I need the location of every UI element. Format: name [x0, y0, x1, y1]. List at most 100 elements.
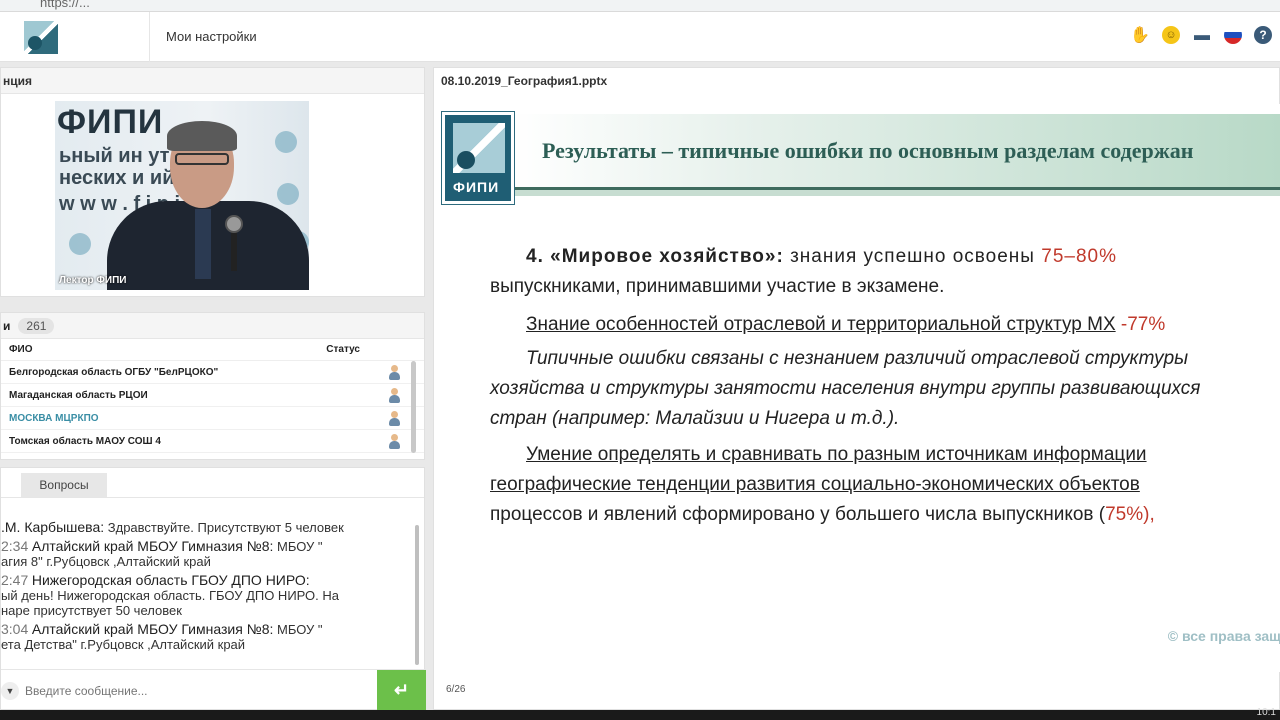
chat-message: .М. Карбышева: Здравствуйте. Присутствую… — [1, 520, 419, 535]
raise-hand-icon[interactable]: ✋ — [1130, 26, 1150, 46]
column-name-header[interactable]: ФИО — [9, 339, 33, 360]
slide-body: 4. «Мировое хозяйство»: знания успешно о… — [490, 242, 1280, 530]
user-status-icon — [388, 388, 400, 403]
speaker-video[interactable]: ФИПИ ьный ин ут неских и ий w w w . f i … — [55, 101, 309, 290]
user-status-icon — [388, 365, 400, 380]
slide-paragraph-line: хозяйства и структуры занятости населени… — [490, 378, 1201, 399]
speaker-label: Лектор ФИПИ — [59, 275, 127, 286]
participant-row[interactable]: МОСКВА МЦРКПО — [1, 407, 424, 430]
sign-dot — [275, 131, 297, 153]
presentation-file-name: 08.10.2019_География1.pptx — [441, 74, 608, 88]
slide-paragraph-line: стран (например: Малайзии и Нигера и т.д… — [490, 408, 900, 429]
chat-panel: Вопросы .М. Карбышева: Здравствуйте. При… — [0, 467, 426, 710]
slide-header: ФИПИ Результаты – типичные ошибки по осн… — [438, 104, 1280, 204]
participants-header: и 261 — [1, 313, 424, 339]
percent-value: 75–80% — [1041, 246, 1117, 267]
slide-copyright: © все права защ — [1167, 628, 1280, 644]
participant-name: МОСКВА МЦРКПО — [9, 413, 99, 424]
message-text-continued: агия 8" г.Рубцовск ,Алтайский край — [1, 554, 211, 569]
speaker-tie — [195, 209, 211, 279]
text: знания успешно освоены — [790, 246, 1035, 267]
chat-tabs: Вопросы — [1, 468, 424, 498]
send-button[interactable]: ↵ — [377, 670, 426, 710]
participants-scrollbar[interactable] — [411, 361, 416, 453]
left-column: нция ФИПИ ьный ин ут неских и ий w w w .… — [0, 67, 426, 710]
slide-paragraph: 4. «Мировое хозяйство»: знания успешно о… — [526, 242, 1280, 272]
browser-url-bar[interactable]: https://... — [0, 0, 1280, 12]
message-text-continued: ый день! Нижегородская область. ГБОУ ДПО… — [1, 588, 340, 603]
message-text: МБОУ " — [277, 539, 323, 554]
message-text-continued: ета Детства" г.Рубцовск ,Алтайский край — [1, 637, 246, 652]
slide-paragraph-line: Типичные ошибки связаны с незнанием разл… — [526, 348, 1189, 369]
top-bar: Мои настройки ✋ ☺ ▬ ? — [0, 12, 1280, 62]
slide-paragraph-line: выпускниками, принимавшими участие в экз… — [490, 276, 945, 297]
sign-dot — [69, 233, 91, 255]
percent-value: -77% — [1120, 314, 1166, 335]
participants-panel: и 261 ФИО Статус Белгородская область ОГ… — [0, 312, 425, 460]
video-sign-text: ФИПИ — [57, 103, 164, 141]
microphone-icon — [225, 215, 243, 233]
chat-message: 2:47 Нижегородская область ГБОУ ДПО НИРО… — [1, 572, 419, 619]
chat-message: 2:34 Алтайский край МБОУ Гимназия №8: МБ… — [1, 538, 419, 570]
slide-logo: ФИПИ — [442, 112, 514, 204]
tab-chat[interactable] — [1, 473, 19, 497]
slide-title: Результаты – типичные ошибки по основным… — [542, 138, 1194, 163]
slide-paragraph-line: географические тенденции развития социал… — [490, 474, 1140, 495]
column-status-header[interactable]: Статус — [326, 339, 360, 360]
video-sign-text: ьный ин ут — [59, 145, 170, 167]
slide-header-underline — [512, 190, 1280, 196]
message-author: Алтайский край МБОУ Гимназия №8: — [31, 621, 274, 637]
sign-dot — [277, 183, 299, 205]
video-panel: нция ФИПИ ьный ин ут неских и ий w w w .… — [0, 67, 425, 297]
video-panel-title: нция — [1, 68, 424, 94]
toolbar-icons: ✋ ☺ ▬ ? — [1130, 26, 1272, 46]
message-author: Нижегородская область ГБОУ ДПО НИРО: — [31, 572, 310, 588]
folder-icon[interactable]: ▬ — [1192, 26, 1212, 46]
message-text: Здравствуйте. Присутствуют 5 человек — [107, 520, 344, 535]
participants-title: и — [3, 318, 11, 333]
speaker-hair — [167, 121, 237, 151]
slide-page-counter: 6/26 — [446, 684, 466, 695]
slide-paragraph: Знание особенностей отраслевой и террито… — [526, 310, 1280, 340]
fipi-logo-icon — [453, 123, 505, 173]
my-settings-link[interactable]: Мои настройки — [166, 29, 257, 44]
message-time: 2:47 — [1, 572, 29, 588]
fipi-logo[interactable] — [24, 21, 58, 54]
help-icon[interactable]: ? — [1254, 26, 1272, 44]
user-status-icon — [388, 411, 400, 426]
chevron-down-icon[interactable]: ▼ — [1, 682, 19, 700]
russian-flag-icon[interactable] — [1224, 26, 1242, 44]
chat-scrollbar[interactable] — [415, 525, 419, 665]
item-number: 4. — [526, 246, 544, 267]
video-sign-text: неских и ий — [59, 167, 175, 189]
chat-input-row: ▼ ↵ — [1, 669, 426, 710]
participant-row[interactable]: Томская область МАОУ СОШ 4 — [1, 430, 424, 453]
message-author: Алтайский край МБОУ Гимназия №8: — [31, 538, 274, 554]
os-taskbar: 10:1 — [0, 707, 1280, 720]
presentation-slide[interactable]: ФИПИ Результаты – типичные ошибки по осн… — [438, 104, 1280, 672]
emoji-icon[interactable]: ☺ — [1162, 26, 1180, 44]
participants-columns: ФИО Статус — [1, 339, 424, 361]
message-author: .М. Карбышева: — [1, 520, 105, 535]
logo-area — [0, 12, 150, 62]
section-name: «Мировое хозяйство»: — [550, 246, 784, 267]
participant-row[interactable]: Белгородская область ОГБУ "БелРЦОКО" — [1, 361, 424, 384]
text: процессов и явлений сформировано у больш… — [490, 504, 1106, 525]
participant-name: Белгородская область ОГБУ "БелРЦОКО" — [9, 367, 219, 378]
user-status-icon — [388, 434, 400, 449]
message-text: МБОУ " — [277, 622, 323, 637]
speaker-glasses — [175, 153, 229, 165]
presentation-panel: 08.10.2019_География1.pptx ФИПИ Результа… — [433, 67, 1280, 710]
message-time: 3:04 — [1, 621, 29, 637]
slide-paragraph: процессов и явлений сформировано у больш… — [490, 500, 1280, 530]
tab-questions[interactable]: Вопросы — [21, 473, 107, 497]
chat-message: 3:04 Алтайский край МБОУ Гимназия №8: МБ… — [1, 621, 419, 653]
slide-logo-text: ФИПИ — [453, 179, 500, 195]
chat-message-input[interactable] — [25, 680, 365, 702]
participant-row[interactable]: Магаданская область РЦОИ — [1, 384, 424, 407]
microphone-handle — [231, 231, 237, 271]
message-text-continued: наре присутствует 50 человек — [1, 603, 182, 618]
underlined-text: Знание особенностей отраслевой и террито… — [526, 314, 1116, 335]
percent-value: 75%), — [1105, 504, 1155, 525]
taskbar-clock: 10:1 — [1256, 707, 1276, 718]
